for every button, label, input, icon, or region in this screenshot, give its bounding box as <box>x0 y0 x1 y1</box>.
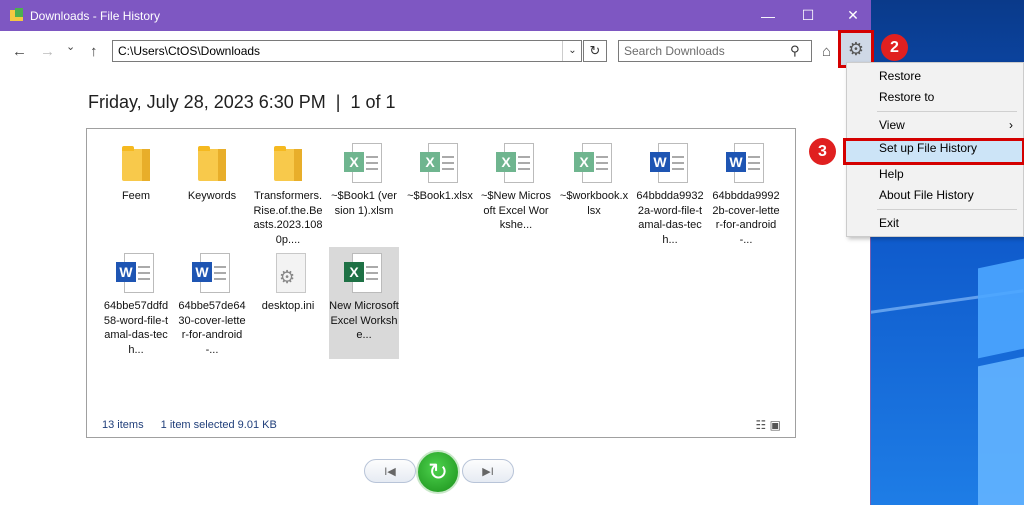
gear-icon: ⚙ <box>847 38 865 59</box>
address-dropdown-chevron-icon[interactable]: ⌄ <box>562 41 582 61</box>
menu-item-label: Restore to <box>879 90 935 104</box>
settings-file-icon: ⚙ <box>268 253 308 295</box>
file-item[interactable]: W 64bbe57ddfd58-word-file-tamal-das-tech.… <box>101 247 171 359</box>
refresh-button[interactable]: ↻ <box>583 40 607 62</box>
menu-item-label: Set up File History <box>879 141 978 155</box>
file-item[interactable]: X ~$New Microsoft Excel Workshe... <box>481 137 551 237</box>
recent-locations-chevron-icon[interactable]: ⌄ <box>66 40 75 53</box>
file-name: 64bbe57ddfd58-word-file-tamal-das-tech..… <box>103 300 169 356</box>
excel-document-icon: X <box>420 143 460 185</box>
file-item[interactable]: ⚙ desktop.ini <box>253 247 323 359</box>
file-name: ~$Book1.xlsx <box>407 190 473 202</box>
previous-version-button[interactable]: I◀ <box>364 459 416 483</box>
folder-icon <box>192 143 232 185</box>
backup-date: Friday, July 28, 2023 6:30 PM <box>88 92 326 112</box>
back-arrow-icon[interactable]: ← <box>12 43 27 60</box>
file-name: New Microsoft Excel Workshe... <box>329 300 399 341</box>
menu-item-restore[interactable]: Restore <box>847 66 1023 87</box>
file-name: desktop.ini <box>261 300 315 312</box>
file-name: 64bbdda99922b-cover-letter-for-android-.… <box>712 190 780 246</box>
address-bar[interactable]: C:\Users\CtOS\Downloads <box>112 40 582 62</box>
excel-macro-icon: X <box>344 143 384 185</box>
selection-info: 1 item selected 9.01 KB <box>160 419 277 431</box>
maximize-button[interactable]: ☐ <box>785 0 831 31</box>
heading-separator: | <box>335 92 341 112</box>
menu-item-about-file-history[interactable]: About File History <box>847 185 1023 206</box>
file-name: 64bbe57de6430-cover-letter-for-android-.… <box>178 300 246 356</box>
file-name: Keywords <box>187 190 237 202</box>
file-name: ~$Book1 (version 1).xlsm <box>331 190 397 217</box>
view-toggle[interactable]: ☷ ▣ <box>756 418 781 432</box>
file-list-panel: 13 items 1 item selected 9.01 KB ☷ ▣ Fee… <box>86 128 796 438</box>
settings-menu: Restore Restore to View › Set up File Histor… <box>843 62 1024 237</box>
file-history-window: Downloads - File History — ☐ ✕ ← → ⌄ ↑ C… <box>0 0 871 505</box>
word-document-icon: W <box>192 253 232 295</box>
word-document-icon: W <box>726 143 766 185</box>
menu-item-label: About File History <box>879 188 974 202</box>
file-item[interactable]: Transformers.Rise.of.the.Beasts.2023.108… <box>253 137 323 246</box>
title-bar: Downloads - File History — ☐ ✕ <box>0 0 871 31</box>
details-view-icon[interactable]: ☷ <box>756 418 767 432</box>
status-bar: 13 items 1 item selected 9.01 KB <box>102 419 277 431</box>
submenu-chevron-icon: › <box>1009 118 1013 132</box>
desktop-windows-logo-pane <box>978 255 1024 359</box>
desktop-windows-logo-pane <box>978 353 1024 505</box>
folder-icon <box>116 143 156 185</box>
menu-item-view[interactable]: View › <box>847 115 1023 136</box>
file-item[interactable]: Keywords <box>177 137 247 237</box>
large-icons-view-icon[interactable]: ▣ <box>770 418 781 432</box>
menu-item-label: Help <box>879 167 904 181</box>
menu-item-exit[interactable]: Exit <box>847 213 1023 234</box>
menu-item-help[interactable]: Help <box>847 164 1023 185</box>
backup-heading: Friday, July 28, 2023 6:30 PM | 1 of 1 <box>88 92 396 113</box>
menu-separator <box>877 111 1017 112</box>
file-name: Transformers.Rise.of.the.Beasts.2023.108… <box>253 190 323 246</box>
file-name: ~$New Microsoft Excel Workshe... <box>481 190 551 231</box>
window-title: Downloads - File History <box>30 9 161 23</box>
navigation-toolbar: ← → ⌄ ↑ C:\Users\CtOS\Downloads ⌄ ↻ Sear… <box>0 35 871 67</box>
excel-document-icon: X <box>344 253 384 295</box>
file-item[interactable]: W 64bbdda99322a-word-file-tamal-das-tech.… <box>635 137 705 246</box>
file-item[interactable]: W 64bbe57de6430-cover-letter-for-android-… <box>177 247 247 359</box>
file-name: 64bbdda99322a-word-file-tamal-das-tech..… <box>636 190 704 246</box>
file-item[interactable]: X ~$Book1 (version 1).xlsm <box>329 137 399 237</box>
next-version-button[interactable]: ▶I <box>462 459 514 483</box>
playback-controls: I◀ ▶I ↻ <box>364 449 514 494</box>
folder-icon <box>268 143 308 185</box>
menu-item-label: Exit <box>879 216 900 230</box>
search-icon[interactable]: ⚲ <box>790 43 800 59</box>
file-item[interactable]: X New Microsoft Excel Workshe... <box>329 247 399 359</box>
backup-position: 1 of 1 <box>350 92 396 112</box>
menu-item-set-up-file-history[interactable]: Set up File History <box>843 138 1024 165</box>
word-document-icon: W <box>650 143 690 185</box>
file-item[interactable]: X ~$Book1.xlsx <box>405 137 475 237</box>
file-item[interactable]: W 64bbdda99922b-cover-letter-for-android-… <box>711 137 781 246</box>
search-input[interactable]: Search Downloads <box>618 40 812 62</box>
forward-arrow-icon[interactable]: → <box>40 43 55 60</box>
file-name: Feem <box>121 190 151 202</box>
menu-item-label: Restore <box>879 69 922 83</box>
restore-button[interactable]: ↻ <box>416 450 460 494</box>
home-icon[interactable]: ⌂ <box>822 43 831 60</box>
menu-separator <box>877 209 1017 210</box>
file-name: ~$workbook.xlsx <box>559 190 629 217</box>
close-button[interactable]: ✕ <box>830 0 876 31</box>
item-count: 13 items <box>102 419 144 431</box>
word-document-icon: W <box>116 253 156 295</box>
file-item[interactable]: X ~$workbook.xlsx <box>559 137 629 237</box>
up-arrow-icon[interactable]: ↑ <box>90 43 98 60</box>
file-history-app-icon <box>10 8 23 21</box>
excel-document-icon: X <box>574 143 614 185</box>
excel-document-icon: X <box>496 143 536 185</box>
file-item[interactable]: Feem <box>101 137 171 237</box>
menu-item-restore-to[interactable]: Restore to <box>847 87 1023 108</box>
annotation-badge-2: 2 <box>881 34 908 61</box>
annotation-badge-3: 3 <box>809 138 836 165</box>
menu-item-label: View <box>879 118 905 132</box>
